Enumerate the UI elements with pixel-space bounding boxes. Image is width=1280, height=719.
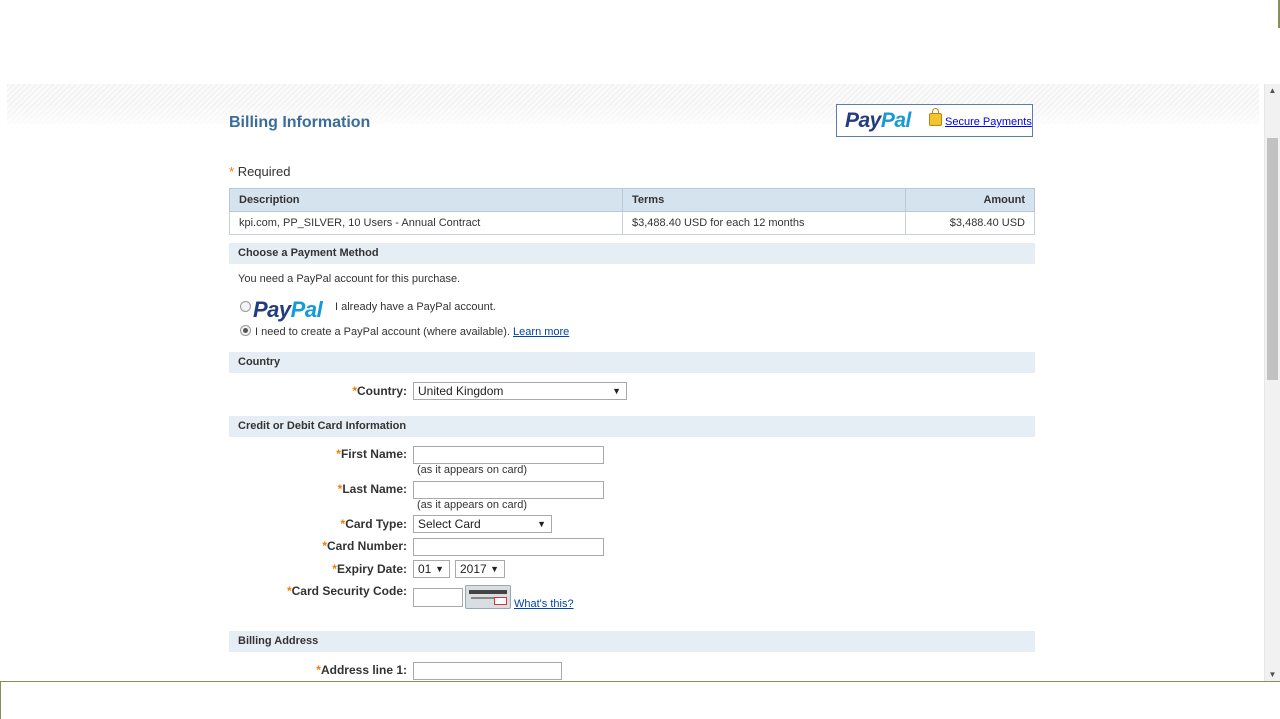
country-label: *Country: xyxy=(352,384,407,398)
lock-icon xyxy=(929,108,942,126)
first-name-hint: (as it appears on card) xyxy=(417,464,528,476)
cell-amount: $3,488.40 USD xyxy=(905,211,1035,235)
first-name-label: *First Name: xyxy=(336,447,407,461)
last-name-hint: (as it appears on card) xyxy=(417,499,528,511)
table-row: kpi.com, PP_SILVER, 10 Users - Annual Co… xyxy=(229,211,1035,235)
card-security-code-icon xyxy=(465,585,511,609)
cell-terms: $3,488.40 USD for each 12 months xyxy=(622,211,906,235)
payment-intro-text: You need a PayPal account for this purch… xyxy=(238,273,461,285)
vertical-scrollbar[interactable]: ▲ ▼ xyxy=(1264,84,1280,682)
chevron-down-icon: ▼ xyxy=(612,386,621,396)
first-name-field[interactable] xyxy=(413,446,604,464)
chevron-down-icon: ▼ xyxy=(435,564,444,574)
learn-more-link[interactable]: Learn more xyxy=(513,326,569,338)
last-name-label: *Last Name: xyxy=(337,482,407,496)
radio-existing-paypal[interactable] xyxy=(240,301,251,312)
header-band-fade xyxy=(7,104,1259,134)
section-header-country: Country xyxy=(229,352,1035,373)
required-label: Required xyxy=(237,164,291,179)
scroll-up-icon[interactable]: ▲ xyxy=(1265,84,1280,98)
card-number-label: *Card Number: xyxy=(322,539,407,553)
section-header-billing-address: Billing Address xyxy=(229,631,1035,652)
column-header-amount: Amount xyxy=(905,188,1035,212)
country-select-value: United Kingdom xyxy=(418,384,504,398)
paypal-logo-option: PayPal xyxy=(253,297,323,322)
scroll-thumb[interactable] xyxy=(1267,138,1278,380)
csc-field[interactable] xyxy=(413,588,463,607)
order-summary-table: Description Terms Amount kpi.com, PP_SIL… xyxy=(229,188,1035,235)
option-create-label: I need to create a PayPal account (where… xyxy=(255,326,510,338)
expiry-year-value: 2017 xyxy=(460,562,487,576)
last-name-field[interactable] xyxy=(413,481,604,499)
required-star-icon: * xyxy=(229,164,235,179)
card-type-value: Select Card xyxy=(418,517,481,531)
column-header-description: Description xyxy=(229,188,623,212)
section-header-card-info: Credit or Debit Card Information xyxy=(229,416,1035,437)
card-type-label: *Card Type: xyxy=(340,517,407,531)
secure-payments-link[interactable]: Secure Payments xyxy=(945,116,1032,128)
section-header-payment-method: Choose a Payment Method xyxy=(229,243,1035,264)
paypal-logo: PayPal xyxy=(845,109,911,132)
expiry-date-label: *Expiry Date: xyxy=(332,562,407,576)
country-select[interactable]: United Kingdom ▼ xyxy=(413,382,627,400)
expiry-month-select[interactable]: 01 ▼ xyxy=(413,560,450,578)
radio-create-paypal[interactable] xyxy=(240,325,251,336)
chevron-down-icon: ▼ xyxy=(537,519,546,529)
address-line-1-field[interactable] xyxy=(413,662,562,680)
option-create-row: I need to create a PayPal account (where… xyxy=(255,326,569,338)
whats-this-link[interactable]: What's this? xyxy=(514,598,574,610)
address-line-1-label: *Address line 1: xyxy=(316,663,407,677)
scroll-down-icon[interactable]: ▼ xyxy=(1265,668,1280,682)
expiry-month-value: 01 xyxy=(418,562,432,576)
page-title: Billing Information xyxy=(229,114,371,131)
chevron-down-icon: ▼ xyxy=(490,564,499,574)
required-note: * Required xyxy=(229,164,290,179)
table-header-row: Description Terms Amount xyxy=(229,188,1035,212)
paypal-secure-badge: PayPal Secure Payments xyxy=(836,104,1033,137)
card-number-field[interactable] xyxy=(413,538,604,556)
option-existing-label: I already have a PayPal account. xyxy=(335,301,496,313)
cell-description: kpi.com, PP_SILVER, 10 Users - Annual Co… xyxy=(229,211,623,235)
bottom-frame-bar xyxy=(0,681,1280,719)
csc-label: *Card Security Code: xyxy=(286,584,407,598)
expiry-year-select[interactable]: 2017 ▼ xyxy=(455,560,505,578)
card-type-select[interactable]: Select Card ▼ xyxy=(413,515,552,533)
column-header-terms: Terms xyxy=(622,188,906,212)
